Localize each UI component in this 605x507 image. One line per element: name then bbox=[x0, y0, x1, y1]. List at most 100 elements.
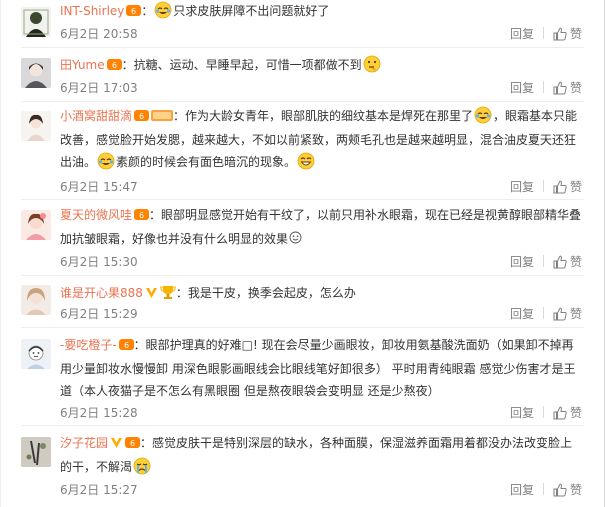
svg-text:6: 6 bbox=[139, 211, 144, 220]
reply-button[interactable]: 回复 bbox=[510, 253, 534, 270]
divider bbox=[542, 307, 544, 319]
username-link[interactable]: -要吃橙子- bbox=[60, 338, 117, 352]
comment-text: 夏天的微风哇 6 ：眼部明显感觉开始有干纹了，以前只用补水眼霜，现在已经是视黄醇眼部… bbox=[60, 204, 582, 250]
like-button[interactable]: 赞 bbox=[553, 404, 582, 421]
divider bbox=[21, 275, 584, 276]
thumbs-up-icon bbox=[553, 27, 567, 41]
comment-body: ：抗糖、运动、早睡早起，可惜一项都做不到 bbox=[121, 58, 362, 72]
avatar[interactable] bbox=[21, 7, 51, 37]
divider bbox=[21, 425, 584, 426]
comment-date: 6月2日 20:58 bbox=[60, 27, 138, 41]
emoji-laugh-cry-icon bbox=[154, 1, 172, 19]
divider bbox=[542, 27, 544, 39]
divider bbox=[21, 199, 584, 200]
reply-button[interactable]: 回复 bbox=[510, 25, 534, 42]
emoji-thinking-icon bbox=[363, 55, 381, 73]
comment-date: 6月2日 15:27 bbox=[60, 483, 138, 497]
fan-badge-icon bbox=[151, 107, 174, 129]
comment-text: INT-Shirley 6 ： 只求皮肤屏障不出问题就好了 bbox=[60, 0, 582, 24]
comment-date: 6月2日 17:03 bbox=[60, 81, 138, 95]
vip-badge-icon: 6 bbox=[134, 206, 150, 228]
emoji-grin-icon bbox=[297, 152, 315, 170]
divider bbox=[21, 47, 584, 48]
reply-button[interactable]: 回复 bbox=[510, 305, 534, 322]
username-link[interactable]: 汐子花园 bbox=[60, 436, 108, 450]
like-button[interactable]: 赞 bbox=[553, 178, 582, 195]
thumbs-up-icon bbox=[553, 180, 567, 194]
comment-meta: 6月2日 15:27 回复 赞 bbox=[60, 481, 582, 497]
svg-text:6: 6 bbox=[130, 439, 135, 448]
like-button[interactable]: 赞 bbox=[553, 79, 582, 96]
divider bbox=[542, 483, 544, 495]
like-button[interactable]: 赞 bbox=[553, 305, 582, 322]
svg-text:6: 6 bbox=[131, 7, 136, 16]
comment-meta: 6月2日 15:29 回复 赞 bbox=[60, 305, 582, 321]
comment-date: 6月2日 15:47 bbox=[60, 180, 138, 194]
thumbs-up-icon bbox=[553, 483, 567, 497]
comment-body: 只求皮肤屏障不出问题就好了 bbox=[173, 4, 330, 18]
comment-meta: 6月2日 20:58 回复 赞 bbox=[60, 25, 582, 41]
comment-list: INT-Shirley 6 ： 只求皮肤屏障不出问题就好了 6月2日 20:58 回复… bbox=[0, 0, 605, 507]
username-link[interactable]: 谁是开心果888 bbox=[60, 286, 143, 300]
vip-badge-icon: 6 bbox=[126, 2, 142, 24]
vip-badge-icon: 6 bbox=[125, 434, 141, 456]
comment-meta: 6月2日 15:47 回复 赞 bbox=[60, 178, 582, 194]
reply-button[interactable]: 回复 bbox=[510, 481, 534, 498]
comment-text: 谁是开心果888 ：我是干皮，换季会起皮，怎么办 bbox=[60, 282, 582, 306]
comment-meta: 6月2日 17:03 回复 赞 bbox=[60, 79, 582, 95]
comment-date: 6月2日 15:28 bbox=[60, 406, 138, 420]
like-label: 赞 bbox=[569, 27, 582, 41]
comment-date: 6月2日 15:29 bbox=[60, 307, 138, 321]
emoji-crying-icon bbox=[133, 457, 151, 475]
avatar[interactable] bbox=[21, 285, 51, 315]
divider bbox=[542, 180, 544, 192]
avatar[interactable] bbox=[21, 111, 51, 141]
like-button[interactable]: 赞 bbox=[553, 253, 582, 270]
comment-prefix: ： bbox=[141, 4, 154, 18]
svg-text:6: 6 bbox=[112, 61, 117, 70]
verified-v-icon bbox=[145, 284, 158, 306]
comment-date: 6月2日 15:30 bbox=[60, 255, 138, 269]
vip-badge-icon: 6 bbox=[118, 336, 134, 358]
like-label: 赞 bbox=[569, 180, 582, 194]
comment-meta: 6月2日 15:30 回复 赞 bbox=[60, 253, 582, 269]
comment-text: 汐子花园 6 ：感觉皮肤干是特别深层的缺水，各种面膜，保湿滋养面霜用着都没办法改变脸… bbox=[60, 432, 582, 478]
comment-actions: 回复 赞 bbox=[510, 79, 582, 96]
avatar[interactable] bbox=[21, 58, 51, 88]
comment-text: -要吃橙子- 6 ：眼部护理真的好难□! 现在会尽量少画眼妆，卸妆用氨基酸洗面奶（如… bbox=[60, 334, 582, 402]
like-button[interactable]: 赞 bbox=[553, 481, 582, 498]
thumbs-up-icon bbox=[553, 307, 567, 321]
emoji-smile-icon bbox=[289, 229, 302, 244]
comment-actions: 回复 赞 bbox=[510, 305, 582, 322]
svg-text:6: 6 bbox=[139, 112, 144, 121]
like-label: 赞 bbox=[569, 81, 582, 95]
reply-button[interactable]: 回复 bbox=[510, 404, 534, 421]
comment-body: ：我是干皮，换季会起皮，怎么办 bbox=[175, 286, 356, 300]
username-link[interactable]: INT-Shirley bbox=[60, 4, 124, 18]
comment-text: 田Yume 6 ：抗糖、运动、早睡早起，可惜一项都做不到 bbox=[60, 54, 582, 78]
thumbs-up-icon bbox=[553, 406, 567, 420]
comment-prefix: ：作为大龄女青年，眼部肌肤的细纹基本是焊死在那里了 bbox=[173, 109, 474, 123]
like-label: 赞 bbox=[569, 255, 582, 269]
username-link[interactable]: 小酒窝甜甜滴 bbox=[60, 109, 132, 123]
comment-text: 小酒窝甜甜滴 6 ：作为大龄女青年，眼部肌肤的细纹基本是焊死在那里了 ，眼霜基本只能改… bbox=[60, 105, 582, 173]
comment-body-continued: 素颜的时候会有面色暗沉的现象。 bbox=[116, 155, 297, 169]
vip-badge-icon: 6 bbox=[106, 56, 122, 78]
avatar[interactable] bbox=[21, 437, 51, 467]
comment-actions: 回复 赞 bbox=[510, 253, 582, 270]
username-link[interactable]: 田Yume bbox=[60, 58, 105, 72]
reply-button[interactable]: 回复 bbox=[510, 79, 534, 96]
comment-body: ：眼部护理真的好难□! 现在会尽量少画眼妆，卸妆用氨基酸洗面奶（如果卸不掉再用少… bbox=[60, 338, 576, 398]
avatar[interactable] bbox=[21, 210, 51, 240]
like-button[interactable]: 赞 bbox=[553, 25, 582, 42]
username-link[interactable]: 夏天的微风哇 bbox=[60, 208, 132, 222]
divider bbox=[542, 406, 544, 418]
trophy-badge-icon bbox=[160, 284, 176, 306]
reply-button[interactable]: 回复 bbox=[510, 178, 534, 195]
emoji-laugh-cry-icon bbox=[97, 152, 115, 170]
like-label: 赞 bbox=[569, 406, 582, 420]
like-label: 赞 bbox=[569, 483, 582, 497]
emoji-laugh-cry-icon bbox=[474, 106, 492, 124]
thumbs-up-icon bbox=[553, 255, 567, 269]
avatar[interactable] bbox=[21, 339, 51, 369]
